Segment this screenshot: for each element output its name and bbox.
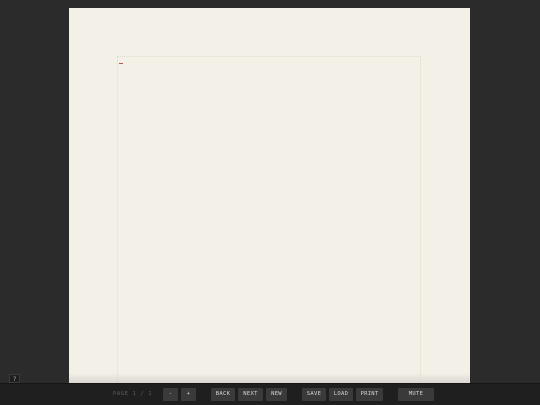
- page-label: PAGE: [113, 391, 129, 397]
- print-button[interactable]: PRINT: [356, 388, 383, 401]
- load-button[interactable]: LOAD: [329, 388, 353, 401]
- zoom-out-button[interactable]: -: [163, 388, 178, 401]
- page-separator: /: [140, 391, 145, 397]
- text-area[interactable]: [117, 56, 421, 384]
- new-button[interactable]: NEW: [266, 388, 287, 401]
- workspace: [0, 0, 540, 384]
- page-indicator: PAGE 1 / 1: [113, 389, 152, 400]
- page-current: 1: [132, 391, 137, 397]
- text-cursor: [119, 63, 123, 64]
- back-button[interactable]: BACK: [211, 388, 235, 401]
- mute-button[interactable]: MUTE: [398, 388, 434, 401]
- paper-sheet[interactable]: [69, 8, 470, 384]
- save-button[interactable]: SAVE: [302, 388, 326, 401]
- next-button[interactable]: NEXT: [238, 388, 263, 401]
- bottom-toolbar: PAGE 1 / 1 - + BACK NEXT NEW SAVE LOAD P…: [0, 383, 540, 405]
- corner-toggle-button[interactable]: ?: [9, 374, 20, 383]
- page-total: 1: [148, 391, 153, 397]
- zoom-in-button[interactable]: +: [181, 388, 196, 401]
